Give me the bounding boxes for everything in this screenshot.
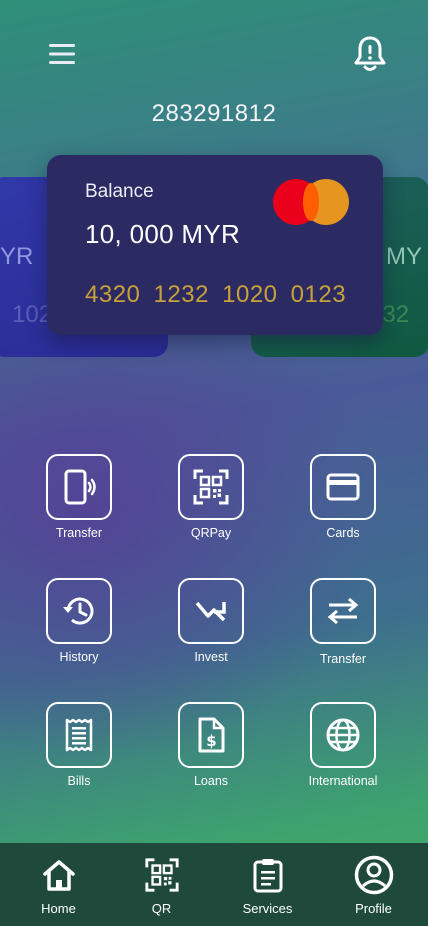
service-label: Transfer: [55, 526, 103, 540]
nav-profile[interactable]: Profile: [320, 843, 427, 926]
nav-services[interactable]: Services: [214, 843, 321, 926]
loans-tile[interactable]: $: [178, 702, 244, 768]
card-number: 4320 1232 1020 0123: [85, 281, 347, 308]
service-loans[interactable]: $ Loans: [151, 702, 271, 788]
service-label: Bills: [67, 774, 91, 788]
invest-tile[interactable]: [178, 578, 244, 644]
clipboard-icon: [253, 859, 282, 893]
history-icon: [63, 597, 94, 625]
nav-label: QR: [151, 901, 172, 916]
next-card-currency: MY: [386, 243, 422, 270]
previous-card-currency: YR: [0, 243, 34, 270]
nav-label: Services: [242, 901, 293, 916]
swap-tile[interactable]: [310, 578, 376, 644]
service-label: Loans: [193, 774, 229, 788]
svg-text:$: $: [206, 732, 216, 750]
service-invest[interactable]: Invest: [151, 578, 271, 664]
service-cards[interactable]: Cards: [283, 454, 403, 540]
menu-button[interactable]: [40, 32, 84, 76]
service-bills[interactable]: Bills: [19, 702, 139, 788]
service-label: Cards: [326, 526, 360, 540]
service-label: QRPay: [190, 526, 232, 540]
globe-icon: [326, 718, 360, 752]
credit-card-icon: [326, 473, 360, 501]
hamburger-menu-icon: [49, 44, 75, 64]
balance-label: Balance: [85, 181, 154, 202]
service-international[interactable]: International: [283, 702, 403, 788]
account-number: 283291812: [151, 100, 277, 127]
bottom-navigation: Home QR Services Profile: [0, 843, 428, 926]
trend-up-icon: [195, 601, 226, 622]
bills-tile[interactable]: [46, 702, 112, 768]
notifications-button[interactable]: [348, 32, 392, 76]
nav-qr[interactable]: QR: [108, 843, 215, 926]
nav-label: Profile: [355, 901, 392, 916]
service-label: Invest: [194, 650, 228, 664]
qr-icon: [144, 858, 179, 892]
service-transfer-2[interactable]: Transfer: [283, 578, 403, 666]
qr-scan-icon: [193, 469, 229, 505]
service-label: History: [59, 650, 99, 664]
profile-icon: [354, 855, 393, 895]
service-transfer[interactable]: Transfer: [19, 454, 139, 540]
bell-alert-icon: [354, 36, 386, 71]
receipt-icon: [65, 718, 93, 752]
history-tile[interactable]: [46, 578, 112, 644]
service-history[interactable]: History: [19, 578, 139, 664]
nav-label: Home: [41, 901, 76, 916]
service-label: Transfer: [319, 652, 367, 666]
phone-transfer-icon: [64, 469, 96, 505]
qrpay-tile[interactable]: [178, 454, 244, 520]
service-qrpay[interactable]: QRPay: [151, 454, 271, 540]
nav-home[interactable]: Home: [5, 843, 112, 926]
mastercard-logo-icon: [273, 179, 349, 225]
cards-tile[interactable]: [310, 454, 376, 520]
loan-document-icon: $: [198, 717, 225, 753]
swap-arrows-icon: [327, 597, 359, 625]
international-tile[interactable]: [310, 702, 376, 768]
balance-card[interactable]: Balance 10, 000 MYR 4320 1232 1020 0123: [47, 155, 383, 335]
service-label: International: [308, 774, 378, 788]
transfer-tile[interactable]: [46, 454, 112, 520]
balance-value: 10, 000 MYR: [85, 219, 241, 249]
home-icon: [42, 860, 75, 891]
